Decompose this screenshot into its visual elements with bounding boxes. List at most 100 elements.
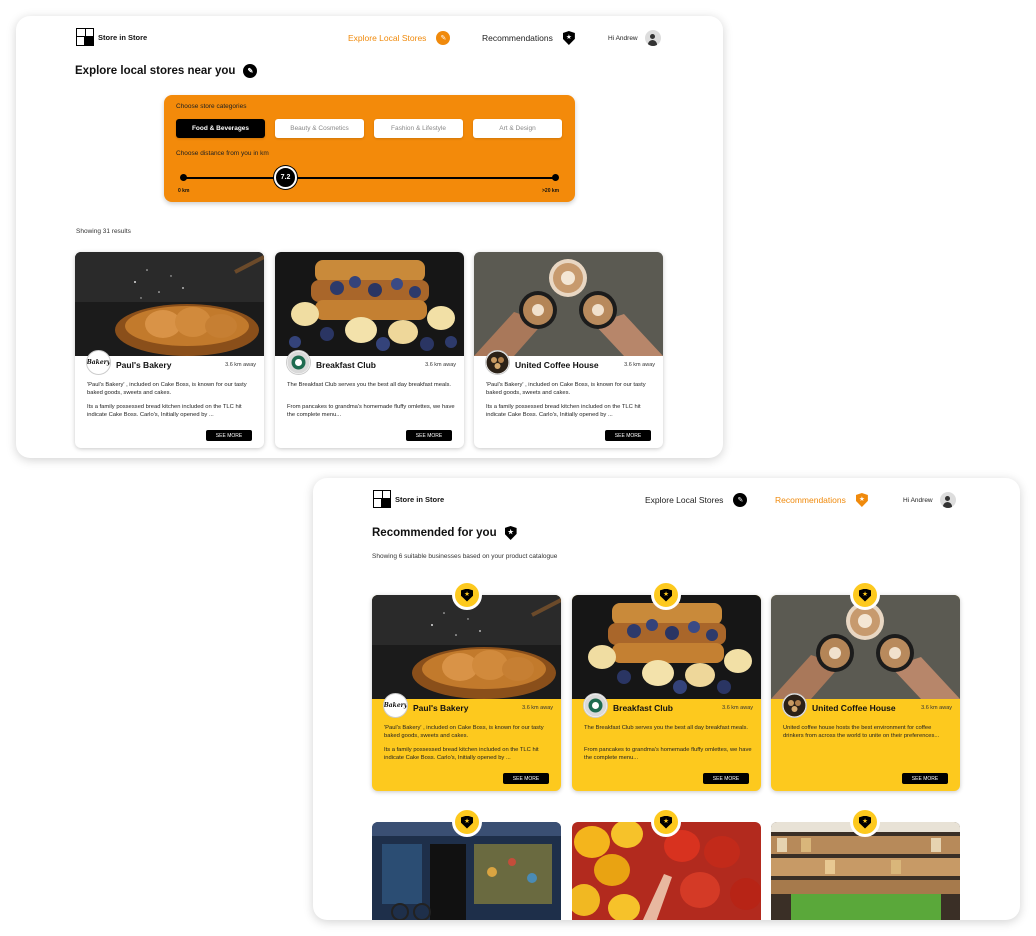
see-more-button[interactable]: SEE MORE bbox=[206, 430, 252, 441]
store-name: Paul's Bakery bbox=[116, 360, 172, 370]
distance-slider-handle[interactable]: 7.2 bbox=[274, 166, 297, 189]
badge-star-icon: ★ bbox=[859, 815, 871, 829]
see-more-button[interactable]: SEE MORE bbox=[406, 430, 452, 441]
store-distance: 3.6 km away bbox=[921, 705, 952, 711]
top-nav: Store in Store Explore Local Stores ✎ Re… bbox=[16, 16, 723, 62]
store-photo-coffee bbox=[771, 595, 960, 699]
coffee-house-logo bbox=[485, 350, 510, 375]
store-card[interactable]: United Coffee House 3.6 km away 'Paul's … bbox=[474, 252, 663, 448]
badge-star-icon: ★ bbox=[504, 526, 517, 540]
see-more-button[interactable]: SEE MORE bbox=[605, 430, 651, 441]
nav-recommendations[interactable]: Recommendations ★ bbox=[775, 493, 868, 507]
page-title-text: Explore local stores near you bbox=[75, 65, 236, 77]
bakery-logo-text: Bakery bbox=[383, 702, 408, 709]
coffee-house-logo bbox=[782, 693, 807, 718]
store-photo-coffee bbox=[474, 252, 663, 356]
explore-screen: Store in Store Explore Local Stores ✎ Re… bbox=[16, 16, 723, 458]
nav-explore-label: Explore Local Stores bbox=[348, 33, 427, 43]
category-chip-beauty[interactable]: Beauty & Cosmetics bbox=[275, 119, 364, 138]
store-name: Paul's Bakery bbox=[413, 703, 469, 713]
store-name: United Coffee House bbox=[812, 703, 896, 713]
nav-explore-local-stores[interactable]: Explore Local Stores ✎ bbox=[348, 31, 451, 45]
store-description-extra: Its a family possessed bread kitchen inc… bbox=[87, 404, 242, 418]
recommended-badge: ★ bbox=[850, 807, 880, 837]
store-name: United Coffee House bbox=[515, 360, 599, 370]
recommended-badge: ★ bbox=[452, 580, 482, 610]
store-description: 'Paul's Bakery' , included on Cake Boss,… bbox=[486, 382, 646, 396]
nav-explore-local-stores[interactable]: Explore Local Stores ✎ bbox=[645, 493, 748, 507]
filter-panel: Choose store categories Food & Beverages… bbox=[164, 95, 575, 202]
breakfast-club-logo bbox=[286, 350, 311, 375]
badge-star-icon: ★ bbox=[859, 588, 871, 602]
store-distance: 3.6 km away bbox=[624, 362, 655, 368]
store-photo-croissant bbox=[75, 252, 264, 356]
recommendations-screen: Store in Store Explore Local Stores ✎ Re… bbox=[313, 478, 1020, 920]
see-more-button[interactable]: SEE MORE bbox=[703, 773, 749, 784]
distance-label: Choose distance from you in km bbox=[176, 150, 269, 157]
store-description-extra: Its a family possessed bread kitchen inc… bbox=[384, 747, 539, 761]
badge-star-icon: ★ bbox=[855, 493, 868, 507]
user-icon bbox=[939, 492, 956, 508]
category-chip-art[interactable]: Art & Design bbox=[473, 119, 562, 138]
greeting-text: Hi Andrew bbox=[608, 34, 638, 42]
top-nav: Store in Store Explore Local Stores ✎ Re… bbox=[313, 478, 1020, 524]
category-chip-fashion[interactable]: Fashion & Lifestyle bbox=[374, 119, 463, 138]
compass-icon: ✎ bbox=[243, 64, 258, 78]
store-card[interactable]: Breakfast Club 3.6 km away The Breakfast… bbox=[275, 252, 464, 448]
store-distance: 3.6 km away bbox=[425, 362, 456, 368]
nav-recommendations-label: Recommendations bbox=[482, 33, 553, 43]
slider-min-dot bbox=[180, 174, 187, 181]
bakery-logo-text: Bakery bbox=[86, 359, 111, 366]
store-description-extra: From pancakes to grandma's homemade fluf… bbox=[584, 747, 752, 761]
store-description-extra: Its a family possessed bread kitchen inc… bbox=[486, 404, 641, 418]
store-distance: 3.6 km away bbox=[522, 705, 553, 711]
logo-mark-icon bbox=[373, 490, 391, 508]
store-distance: 3.6 km away bbox=[225, 362, 256, 368]
slider-max-dot bbox=[552, 174, 559, 181]
see-more-button[interactable]: SEE MORE bbox=[503, 773, 549, 784]
user-icon bbox=[644, 30, 661, 46]
recommended-store-card[interactable]: Breakfast Club 3.6 km away The Breakfast… bbox=[572, 595, 761, 791]
brand-name: Store in Store bbox=[395, 494, 445, 504]
brand-logo[interactable]: Store in Store bbox=[76, 28, 147, 46]
recommended-store-card[interactable]: United Coffee House 3.6 km away United c… bbox=[771, 595, 960, 791]
nav-recommendations-label: Recommendations bbox=[775, 495, 846, 505]
badge-star-icon: ★ bbox=[461, 815, 473, 829]
recommended-badge: ★ bbox=[850, 580, 880, 610]
user-menu[interactable]: Hi Andrew bbox=[903, 492, 956, 508]
page-subtitle: Showing 6 suitable businesses based on y… bbox=[372, 553, 558, 560]
categories-label: Choose store categories bbox=[176, 103, 247, 110]
recommended-badge: ★ bbox=[651, 807, 681, 837]
brand-logo[interactable]: Store in Store bbox=[373, 490, 444, 508]
badge-star-icon: ★ bbox=[660, 815, 672, 829]
slider-max-label: >20 km bbox=[542, 188, 560, 194]
store-description: The Breakfast Club serves you the best a… bbox=[287, 382, 452, 388]
logo-mark-icon bbox=[76, 28, 94, 46]
nav-explore-label: Explore Local Stores bbox=[645, 495, 724, 505]
compass-icon: ✎ bbox=[733, 493, 748, 507]
badge-star-icon: ★ bbox=[660, 588, 672, 602]
slider-min-label: 0 km bbox=[178, 188, 190, 194]
page-title: Explore local stores near you ✎ bbox=[75, 64, 258, 78]
bakery-logo: Bakery bbox=[86, 350, 111, 375]
store-distance: 3.6 km away bbox=[722, 705, 753, 711]
see-more-button[interactable]: SEE MORE bbox=[902, 773, 948, 784]
store-name: Breakfast Club bbox=[316, 360, 376, 370]
recommended-badge: ★ bbox=[651, 580, 681, 610]
user-menu[interactable]: Hi Andrew bbox=[608, 30, 661, 46]
distance-slider-track[interactable] bbox=[183, 177, 556, 179]
store-photo-french-toast bbox=[275, 252, 464, 356]
recommended-badge: ★ bbox=[452, 807, 482, 837]
store-description-extra: From pancakes to grandma's homemade fluf… bbox=[287, 404, 455, 418]
nav-recommendations[interactable]: Recommendations ★ bbox=[482, 31, 575, 45]
store-description: 'Paul's Bakery' , included on Cake Boss,… bbox=[384, 725, 544, 739]
compass-icon: ✎ bbox=[436, 31, 451, 45]
store-card[interactable]: Bakery Paul's Bakery 3.6 km away 'Paul's… bbox=[75, 252, 264, 448]
page-title: Recommended for you ★ bbox=[372, 526, 517, 540]
recommended-store-card[interactable]: Bakery Paul's Bakery 3.6 km away 'Paul's… bbox=[372, 595, 561, 791]
category-chip-food[interactable]: Food & Beverages bbox=[176, 119, 265, 138]
store-description: United coffee house hosts the best envir… bbox=[783, 725, 940, 739]
badge-star-icon: ★ bbox=[461, 588, 473, 602]
bakery-logo: Bakery bbox=[383, 693, 408, 718]
store-description: The Breakfast Club serves you the best a… bbox=[584, 725, 749, 731]
